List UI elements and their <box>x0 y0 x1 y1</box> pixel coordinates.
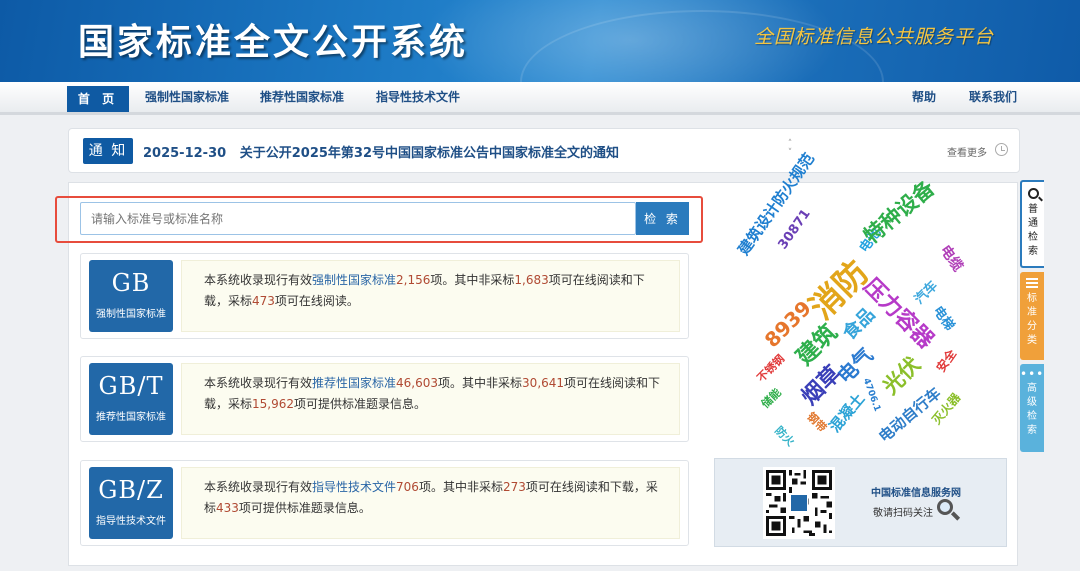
hot-keywords-cloud: 30871 建筑设计防火规范 电池 特种设备 电缆 消防 压力容器 汽车 893… <box>720 150 1010 455</box>
side-tab-classification[interactable]: 标准分类 <box>1020 272 1044 360</box>
qr-follow-box: 中国标准信息服务网 敬请扫码关注 <box>714 458 1007 547</box>
category-card-gbt[interactable]: GB/T 推荐性国家标准 本系统收录现行有效推荐性国家标准46,603项。其中非… <box>80 356 689 442</box>
category-code: GB <box>111 269 151 297</box>
keyword-tag[interactable]: 不锈钢 <box>753 351 788 386</box>
notice-badge: 通 知 <box>83 138 133 164</box>
header-banner: 国家标准全文公开系统 全国标准信息公共服务平台 <box>0 0 1080 82</box>
nav-help[interactable]: 帮助 <box>912 82 936 112</box>
category-description: 本系统收录现行有效强制性国家标准2,156项。其中非采标1,683项可在线阅读和… <box>181 260 680 332</box>
main-nav: 首 页 强制性国家标准 推荐性国家标准 指导性技术文件 帮助 联系我们 <box>0 82 1080 115</box>
qr-title: 中国标准信息服务网 <box>871 488 961 499</box>
category-code: GB/T <box>98 372 164 400</box>
nav-mandatory[interactable]: 强制性国家标准 <box>145 82 229 112</box>
qr-hint: 敬请扫码关注 <box>873 508 933 519</box>
nav-recommended[interactable]: 推荐性国家标准 <box>260 82 344 112</box>
magnifier-icon <box>937 499 953 515</box>
clock-icon <box>995 143 1008 156</box>
category-logo[interactable]: GB/T 推荐性国家标准 <box>89 363 173 435</box>
category-code: GB/Z <box>98 476 164 504</box>
side-tab-label: 普通检索 <box>1028 204 1038 257</box>
search-input[interactable] <box>80 202 636 235</box>
keyword-tag[interactable]: 防火 <box>772 423 799 450</box>
category-description: 本系统收录现行有效指导性技术文件706项。其中非采标273项可在线阅读和下载，采… <box>181 467 680 539</box>
site-slogan: 全国标准信息公共服务平台 <box>753 26 994 48</box>
nav-contact[interactable]: 联系我们 <box>969 82 1017 112</box>
keyword-tag[interactable]: 安全 <box>932 346 960 375</box>
category-card-gbz[interactable]: GB/Z 指导性技术文件 本系统收录现行有效指导性技术文件706项。其中非采标2… <box>80 460 689 546</box>
category-name: 强制性国家标准 <box>96 309 166 320</box>
category-card-gb[interactable]: GB 强制性国家标准 本系统收录现行有效强制性国家标准2,156项。其中非采标1… <box>80 253 689 339</box>
list-icon <box>1026 278 1038 288</box>
notice-bar: 通 知 2025-12-30 关于公开2025年第32号中国国家标准公告中国家标… <box>68 128 1020 173</box>
side-tab-advanced-search[interactable]: ••• 高级检索 <box>1020 364 1044 452</box>
notice-scroll-arrows[interactable]: ˄ ˅ <box>783 140 797 158</box>
more-dots-icon: ••• <box>1020 367 1045 381</box>
category-logo[interactable]: GB 强制性国家标准 <box>89 260 173 332</box>
keyword-tag[interactable]: 储能 <box>758 385 785 412</box>
category-name: 指导性技术文件 <box>96 516 166 527</box>
side-tab-label: 高级检索 <box>1027 383 1037 436</box>
category-name: 推荐性国家标准 <box>96 412 166 423</box>
category-link[interactable]: 推荐性国家标准 <box>312 376 396 390</box>
category-link[interactable]: 指导性技术文件 <box>312 480 396 494</box>
nav-home[interactable]: 首 页 <box>67 86 129 112</box>
search-icon <box>1027 188 1039 199</box>
keyword-tag[interactable]: 电缆 <box>936 241 968 275</box>
notice-link[interactable]: 2025-12-30 关于公开2025年第32号中国国家标准公告中国家标准全文的… <box>143 142 619 161</box>
category-description: 本系统收录现行有效推荐性国家标准46,603项。其中非采标30,641项可在线阅… <box>181 363 680 435</box>
side-tab-label: 标准分类 <box>1027 293 1037 346</box>
notice-more-link[interactable]: 查看更多 <box>947 144 987 159</box>
side-tab-normal-search[interactable]: 普通检索 <box>1020 180 1044 268</box>
site-title: 国家标准全文公开系统 <box>78 22 469 63</box>
nav-guidance[interactable]: 指导性技术文件 <box>376 82 460 112</box>
category-logo[interactable]: GB/Z 指导性技术文件 <box>89 467 173 539</box>
qr-code <box>763 467 835 539</box>
search-button[interactable]: 检 索 <box>636 202 689 235</box>
category-link[interactable]: 强制性国家标准 <box>312 273 396 287</box>
keyword-tag[interactable]: 钢带 <box>804 409 831 436</box>
